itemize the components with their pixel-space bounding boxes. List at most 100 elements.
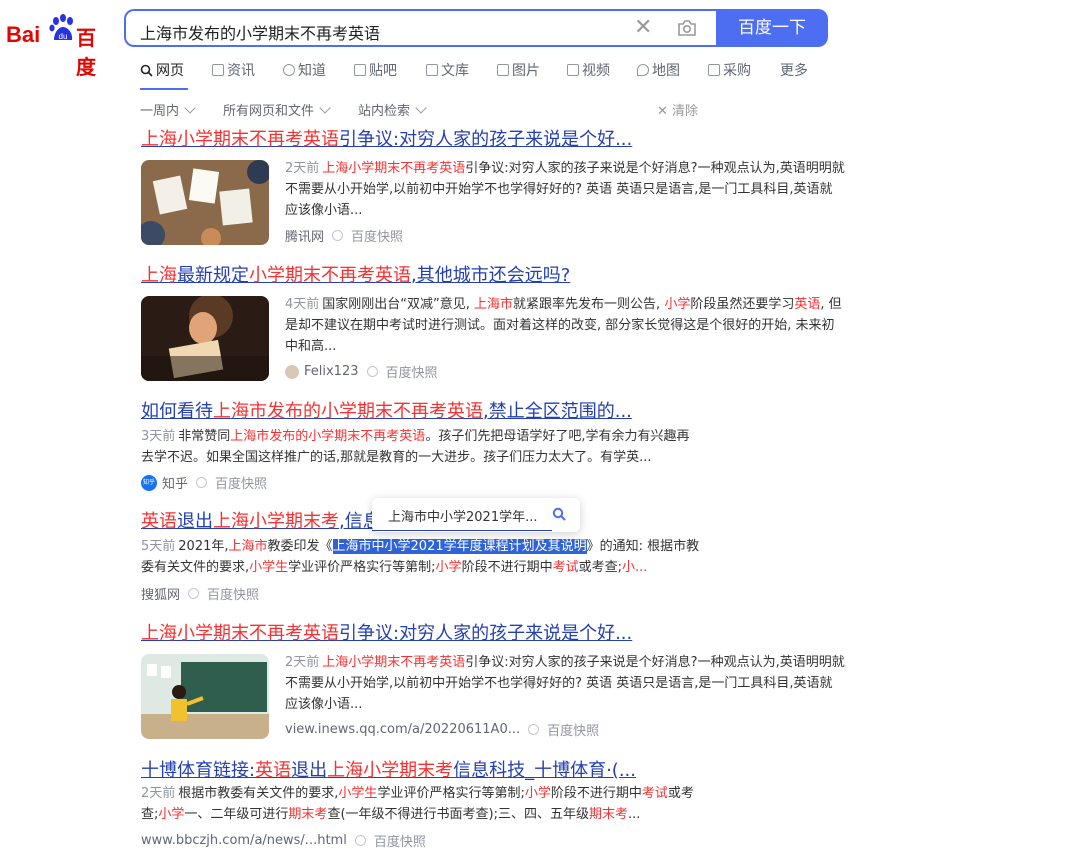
highlight-term: 期末考 bbox=[588, 807, 628, 822]
snapshot-link[interactable]: 百度快照 bbox=[528, 720, 599, 739]
map-pin-icon bbox=[637, 64, 649, 76]
paw-text: du bbox=[59, 32, 68, 41]
snapshot-label: 百度快照 bbox=[215, 477, 268, 492]
result-date: 2天前 bbox=[285, 161, 320, 176]
tab-label: 采购 bbox=[723, 63, 751, 79]
tab-label: 地图 bbox=[652, 63, 680, 79]
search-button[interactable]: 百度一下 bbox=[716, 9, 828, 47]
tieba-icon bbox=[354, 64, 366, 76]
result-snippet: 2天前 根据市教委有关文件的要求,小学生学业评价严格实行等第制;小学阶段不进行期中… bbox=[141, 783, 701, 825]
thumbnail-image bbox=[141, 160, 269, 245]
result-title[interactable]: 上海小学期末不再考英语引争议:对穷人家的孩子来说是个好... bbox=[141, 622, 701, 646]
tab-web[interactable]: 网页 bbox=[140, 60, 184, 80]
result-thumbnail[interactable] bbox=[141, 654, 269, 739]
result-source[interactable]: Felix123 百度快照 bbox=[285, 362, 438, 381]
text-run: 根据市教委有关文件的要求, bbox=[178, 786, 339, 801]
video-icon bbox=[567, 64, 579, 76]
search-input[interactable]: 上海市发布的小学期末不再考英语 ✕ bbox=[124, 9, 716, 47]
paw-icon: du bbox=[49, 14, 73, 41]
snapshot-icon bbox=[354, 835, 366, 846]
highlight-term: 上海小学期末不再考英语 bbox=[141, 623, 339, 644]
text-run: 就紧跟率先发布一则公告, bbox=[513, 297, 665, 312]
highlight-term: 期末考 bbox=[288, 807, 328, 822]
result-source[interactable]: view.inews.qq.com/a/20220611A0... 百度快照 bbox=[285, 720, 599, 739]
highlight-term: 上海 bbox=[141, 265, 177, 286]
tab-tieba[interactable]: 贴吧 bbox=[354, 60, 397, 80]
source-name: www.bbczjh.com/a/news/...html bbox=[141, 833, 347, 848]
camera-icon[interactable] bbox=[677, 19, 697, 37]
bag-icon bbox=[708, 64, 720, 76]
result-date: 3天前 bbox=[141, 429, 176, 444]
snapshot-icon bbox=[366, 366, 378, 377]
tab-wenku[interactable]: 文库 bbox=[426, 60, 469, 80]
selection-search-popup[interactable]: 上海市中小学2021学年... bbox=[372, 498, 580, 532]
highlight-term: 英语 bbox=[141, 511, 177, 532]
tab-video[interactable]: 视频 bbox=[567, 60, 610, 80]
filter-label: 站内检索 bbox=[358, 104, 411, 119]
highlight-term: 上海小学期末考 bbox=[213, 511, 339, 532]
text-run: 阶段虽然还要学习 bbox=[690, 297, 795, 312]
result-title[interactable]: 上海最新规定小学期末不再考英语,其他城市还会远吗? bbox=[141, 264, 701, 288]
tab-label: 知道 bbox=[298, 63, 326, 79]
tab-images[interactable]: 图片 bbox=[497, 60, 540, 80]
result-snippet: 2天前 上海小学期末不再考英语引争议:对穷人家的孩子来说是个好消息?一种观点认为,… bbox=[285, 158, 845, 221]
tab-label: 贴吧 bbox=[369, 63, 397, 79]
tab-more[interactable]: 更多 bbox=[780, 60, 808, 80]
result-snippet: 3天前 非常赞同上海市发布的小学期末不再考英语。孩子们先把母语学好了吧,学有余力有… bbox=[141, 426, 701, 468]
search-icon bbox=[140, 64, 153, 77]
highlight-term: 小学期末不再考英语 bbox=[249, 265, 411, 286]
search-query[interactable]: 上海市发布的小学期末不再考英语 bbox=[140, 20, 380, 44]
clear-icon[interactable]: ✕ bbox=[634, 17, 652, 39]
clear-filters-button[interactable]: ✕ 清除 bbox=[657, 100, 698, 119]
text-run: 2021年, bbox=[178, 539, 229, 554]
tab-purchase[interactable]: 采购 bbox=[708, 60, 751, 80]
filter-type[interactable]: 所有网页和文件 bbox=[223, 100, 331, 119]
result-date: 2天前 bbox=[141, 786, 176, 801]
popup-underline bbox=[372, 530, 552, 531]
text-run: 最新规定 bbox=[177, 265, 249, 286]
text-run: 引争议:对穷人家的孩子来说是个好... bbox=[339, 623, 633, 644]
text-run: 退出 bbox=[177, 511, 213, 532]
result-snippet: 4天前 国家刚刚出台“双减”意见, 上海市就紧跟率先发布一则公告, 小学阶段虽然还… bbox=[285, 294, 845, 357]
tab-zhidao[interactable]: 知道 bbox=[283, 60, 326, 80]
search-icon[interactable] bbox=[552, 507, 566, 521]
snapshot-link[interactable]: 百度快照 bbox=[366, 362, 438, 381]
tab-map[interactable]: 地图 bbox=[637, 60, 680, 80]
snapshot-label: 百度快照 bbox=[207, 588, 260, 603]
result-title[interactable]: 上海小学期末不再考英语引争议:对穷人家的孩子来说是个好... bbox=[141, 128, 701, 152]
snapshot-label: 百度快照 bbox=[351, 230, 404, 245]
text-run: 信息科技_十博体育·(... bbox=[453, 760, 636, 781]
popup-text[interactable]: 上海市中小学2021学年... bbox=[388, 506, 537, 525]
snapshot-link[interactable]: 百度快照 bbox=[196, 473, 267, 492]
baidu-logo[interactable]: Bai du 百度 bbox=[6, 12, 110, 79]
result-source[interactable]: www.bbczjh.com/a/news/...html 百度快照 bbox=[141, 831, 426, 850]
result-thumbnail[interactable] bbox=[141, 160, 269, 245]
filter-site[interactable]: 站内检索 bbox=[358, 100, 427, 119]
chevron-down-icon bbox=[415, 102, 427, 114]
text-run: 或考查; bbox=[578, 560, 622, 575]
result-source[interactable]: 搜狐网 百度快照 bbox=[141, 584, 259, 603]
filter-time[interactable]: 一周内 bbox=[140, 100, 196, 119]
snapshot-link[interactable]: 百度快照 bbox=[332, 226, 403, 245]
highlight-term: 小学生 bbox=[338, 786, 378, 801]
search-result: 如何看待上海市发布的小学期末不再考英语,禁止全区范围的... 3天前 非常赞同上海… bbox=[141, 400, 701, 492]
tab-news[interactable]: 资讯 bbox=[212, 60, 255, 80]
highlight-term: 考试 bbox=[641, 786, 668, 801]
highlight-term: 小学 bbox=[158, 807, 185, 822]
highlight-term: 上海小学期末不再考英语 bbox=[322, 655, 466, 670]
highlight-term: 小学生 bbox=[249, 560, 289, 575]
logo-latin: Bai bbox=[6, 22, 41, 47]
snapshot-link[interactable]: 百度快照 bbox=[188, 584, 259, 603]
result-thumbnail[interactable] bbox=[141, 296, 269, 381]
result-source[interactable]: 腾讯网 百度快照 bbox=[285, 226, 403, 245]
snapshot-label: 百度快照 bbox=[547, 724, 600, 739]
snapshot-link[interactable]: 百度快照 bbox=[354, 831, 426, 850]
snapshot-label: 百度快照 bbox=[385, 366, 438, 381]
thumbnail-image bbox=[141, 654, 269, 739]
news-icon bbox=[212, 64, 224, 76]
result-source[interactable]: 知乎 知乎 百度快照 bbox=[141, 473, 267, 492]
result-title[interactable]: 十博体育链接:英语退出上海小学期末考信息科技_十博体育·(... bbox=[141, 759, 701, 783]
result-title[interactable]: 如何看待上海市发布的小学期末不再考英语,禁止全区范围的... bbox=[141, 400, 701, 424]
search-result: 上海最新规定小学期末不再考英语,其他城市还会远吗? 4天前 国家刚刚出台“双减”意… bbox=[141, 264, 842, 381]
highlight-term: 上海市 bbox=[474, 297, 514, 312]
